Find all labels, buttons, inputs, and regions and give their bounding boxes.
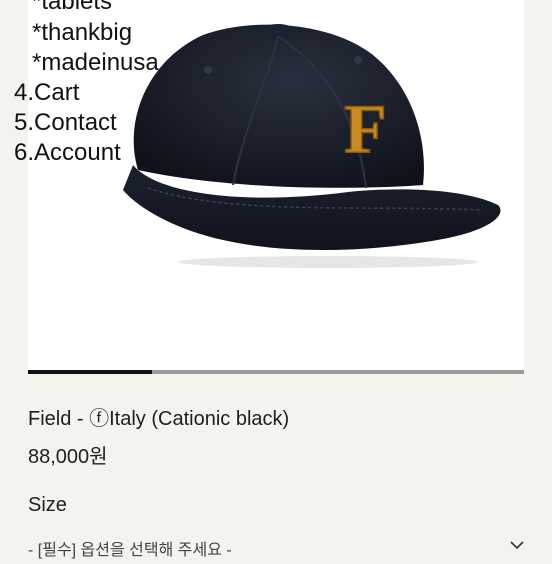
size-select[interactable]: - [필수] 옵션을 선택해 주세요 - bbox=[28, 534, 524, 564]
menu-item-cart[interactable]: 4.Cart bbox=[14, 78, 79, 108]
menu-list: *tablets *thankbig *madeinusa 4.Cart 5.C… bbox=[0, 0, 200, 170]
gallery-progress-fill bbox=[28, 370, 152, 374]
size-select-value: - [필수] 옵션을 선택해 주세요 - bbox=[28, 542, 232, 559]
menu-item-tablets[interactable]: *tablets bbox=[32, 0, 112, 17]
product-title: Field - ⓕItaly (Cationic black) bbox=[28, 408, 290, 430]
menu-item-contact[interactable]: 5.Contact bbox=[14, 108, 117, 138]
menu-item-thankbig[interactable]: *thankbig bbox=[32, 18, 132, 48]
menu-item-madeinusa[interactable]: *madeinusa bbox=[32, 48, 159, 78]
size-label: Size bbox=[28, 494, 67, 516]
menu-item-account[interactable]: 6.Account bbox=[14, 138, 121, 168]
product-price: 88,000원 bbox=[28, 446, 108, 468]
chevron-down-icon bbox=[510, 541, 524, 550]
cap-logo: F bbox=[342, 92, 390, 158]
cap-logo-letter: F bbox=[344, 92, 387, 158]
gallery-progress-bar[interactable] bbox=[28, 370, 524, 374]
